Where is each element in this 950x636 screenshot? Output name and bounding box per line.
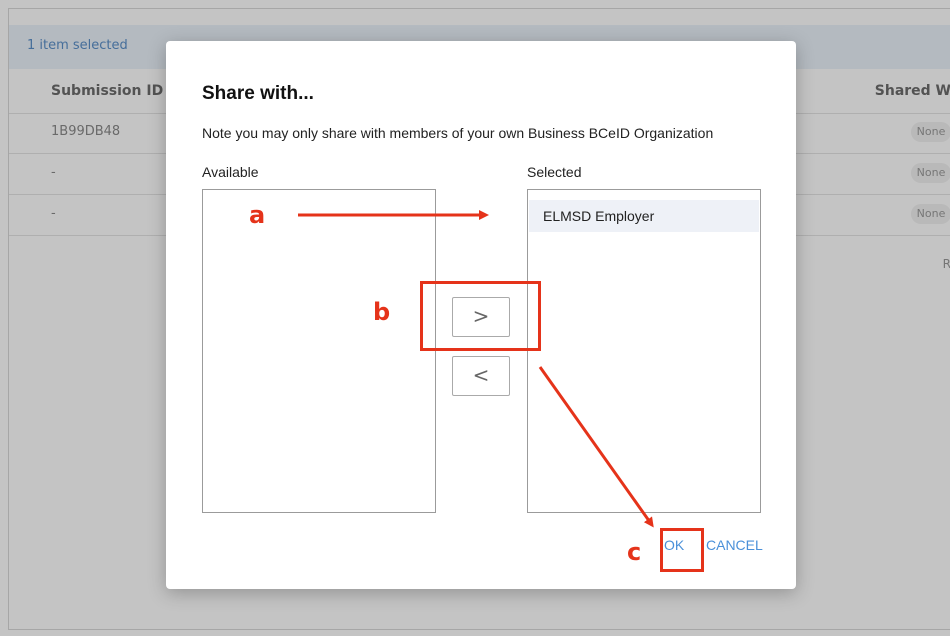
annotation-letter-a: a: [249, 201, 266, 229]
highlight-box-b: [420, 281, 541, 351]
annotation-letter-c: c: [627, 538, 642, 566]
highlight-box-c: [660, 528, 704, 572]
arrow-c: [538, 366, 654, 528]
annotation-letter-b: b: [373, 298, 391, 326]
